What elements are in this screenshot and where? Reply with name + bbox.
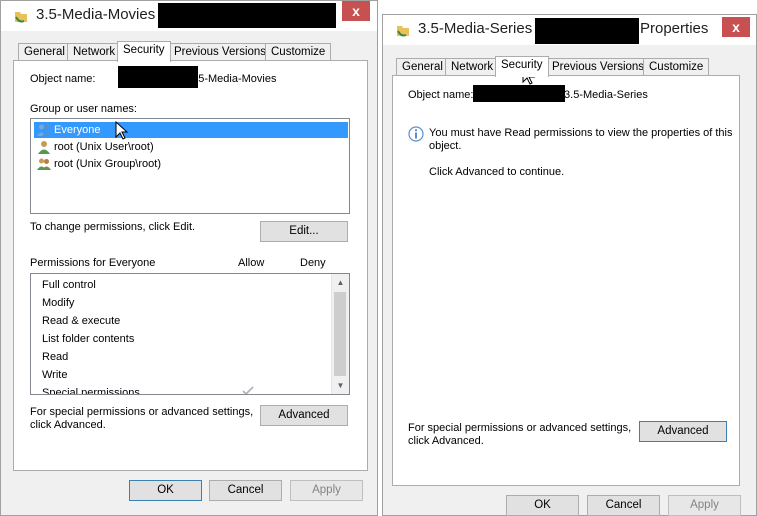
user-name: Everyone <box>54 124 101 136</box>
special-permissions-text-line2: click Advanced. <box>408 435 484 447</box>
apply-button[interactable]: Apply <box>668 495 741 516</box>
ok-button[interactable]: OK <box>506 495 579 516</box>
tab-security[interactable]: Security <box>495 56 549 77</box>
right-window-title: 3.5-Media-Series <box>418 20 533 37</box>
permissions-scrollbar[interactable]: ▲ ▼ <box>331 274 349 394</box>
info-icon <box>408 126 424 142</box>
tab-general[interactable]: General <box>18 43 71 60</box>
close-icon: x <box>732 19 740 35</box>
user-icon <box>38 141 50 154</box>
close-icon: x <box>352 3 360 19</box>
tab-network[interactable]: Network <box>67 43 122 60</box>
left-close-button[interactable]: x <box>342 1 370 21</box>
object-name-label: Object name: <box>30 73 96 85</box>
read-permission-message-line2: object. <box>429 140 462 152</box>
read-permission-message-line1: You must have Read permissions to view t… <box>429 127 733 139</box>
deny-column-header: Deny <box>300 257 326 269</box>
scroll-down-icon[interactable]: ▼ <box>332 377 349 394</box>
tab-previous-versions[interactable]: Previous Versions <box>546 58 651 75</box>
object-name-value: .3.5-Media-Series <box>561 89 648 101</box>
shared-folder-icon <box>15 12 27 23</box>
permission-write: Write <box>42 369 68 381</box>
special-permissions-text-line2: click Advanced. <box>30 419 106 431</box>
list-item-everyone[interactable]: Everyone <box>34 122 348 138</box>
permission-list-folder-contents: List folder contents <box>42 333 135 345</box>
permission-special: Special permissions <box>42 387 140 395</box>
tab-customize[interactable]: Customize <box>643 58 710 75</box>
apply-button[interactable]: Apply <box>290 480 363 501</box>
user-name: root (Unix Group\root) <box>54 158 161 170</box>
special-permissions-text-line1: For special permissions or advanced sett… <box>408 422 632 434</box>
tab-general[interactable]: General <box>396 58 449 75</box>
left-security-panel: Object name: .3.5-Media-Movies Group or … <box>13 60 368 471</box>
change-permissions-text: To change permissions, click Edit. <box>30 221 196 233</box>
left-properties-window: 3.5-Media-Movies x General Network Secur… <box>0 0 378 516</box>
redacted-title-block <box>535 18 639 44</box>
mouse-cursor-icon <box>115 121 129 140</box>
right-properties-window: 3.5-Media-Series Properties x General Ne… <box>382 14 757 516</box>
click-advanced-message: Click Advanced to continue. <box>429 166 565 178</box>
ok-button[interactable]: OK <box>129 480 202 501</box>
permission-read: Read <box>42 351 69 363</box>
special-permissions-text-line1: For special permissions or advanced sett… <box>30 406 254 418</box>
list-item-root-group[interactable]: root (Unix Group\root) <box>34 156 161 172</box>
shared-folder-icon <box>397 26 409 37</box>
object-name-value: .3.5-Media-Movies <box>186 73 277 85</box>
permissions-header: Permissions for Everyone <box>30 257 156 269</box>
redacted-title-block <box>158 3 336 28</box>
left-tab-strip: General Network Security Previous Versio… <box>18 41 368 62</box>
edit-button[interactable]: Edit... <box>260 221 348 242</box>
cancel-button[interactable]: Cancel <box>209 480 282 501</box>
permission-full-control: Full control <box>42 279 96 291</box>
users-group-icon <box>37 124 51 136</box>
redacted-object-path <box>473 85 565 102</box>
permission-read-execute: Read & execute <box>42 315 121 327</box>
left-title-bar[interactable]: 3.5-Media-Movies x <box>1 1 377 31</box>
advanced-button[interactable]: Advanced <box>260 405 348 426</box>
advanced-button[interactable]: Advanced <box>639 421 727 442</box>
allow-column-header: Allow <box>238 257 265 269</box>
left-window-title: 3.5-Media-Movies <box>36 6 156 23</box>
right-window-title-suffix: Properties <box>640 20 709 37</box>
scrollbar-thumb[interactable] <box>334 292 346 376</box>
right-tab-strip: General Network Security Previous Versio… <box>396 56 746 77</box>
object-name-label: Object name: <box>408 89 474 101</box>
scroll-up-icon[interactable]: ▲ <box>332 274 349 291</box>
group-names-label: Group or user names: <box>30 103 137 115</box>
permission-modify: Modify <box>42 297 75 309</box>
permissions-list[interactable]: Full control Modify Read & execute List … <box>30 273 350 395</box>
right-title-bar[interactable]: 3.5-Media-Series Properties x <box>383 15 756 45</box>
users-group-icon <box>37 158 51 170</box>
tab-network[interactable]: Network <box>445 58 500 75</box>
tab-security[interactable]: Security <box>117 41 171 62</box>
tab-previous-versions[interactable]: Previous Versions <box>168 43 273 60</box>
tab-customize[interactable]: Customize <box>265 43 332 60</box>
right-security-panel: Object name: .3.5-Media-Series You must … <box>392 75 740 486</box>
right-close-button[interactable]: x <box>722 17 750 37</box>
allow-checkmark-icon <box>242 386 254 394</box>
cancel-button[interactable]: Cancel <box>587 495 660 516</box>
list-item-root-user[interactable]: root (Unix User\root) <box>34 139 154 155</box>
group-user-listbox[interactable]: Everyone root (Unix User\root) root (Uni… <box>30 118 350 214</box>
user-name: root (Unix User\root) <box>54 141 154 153</box>
